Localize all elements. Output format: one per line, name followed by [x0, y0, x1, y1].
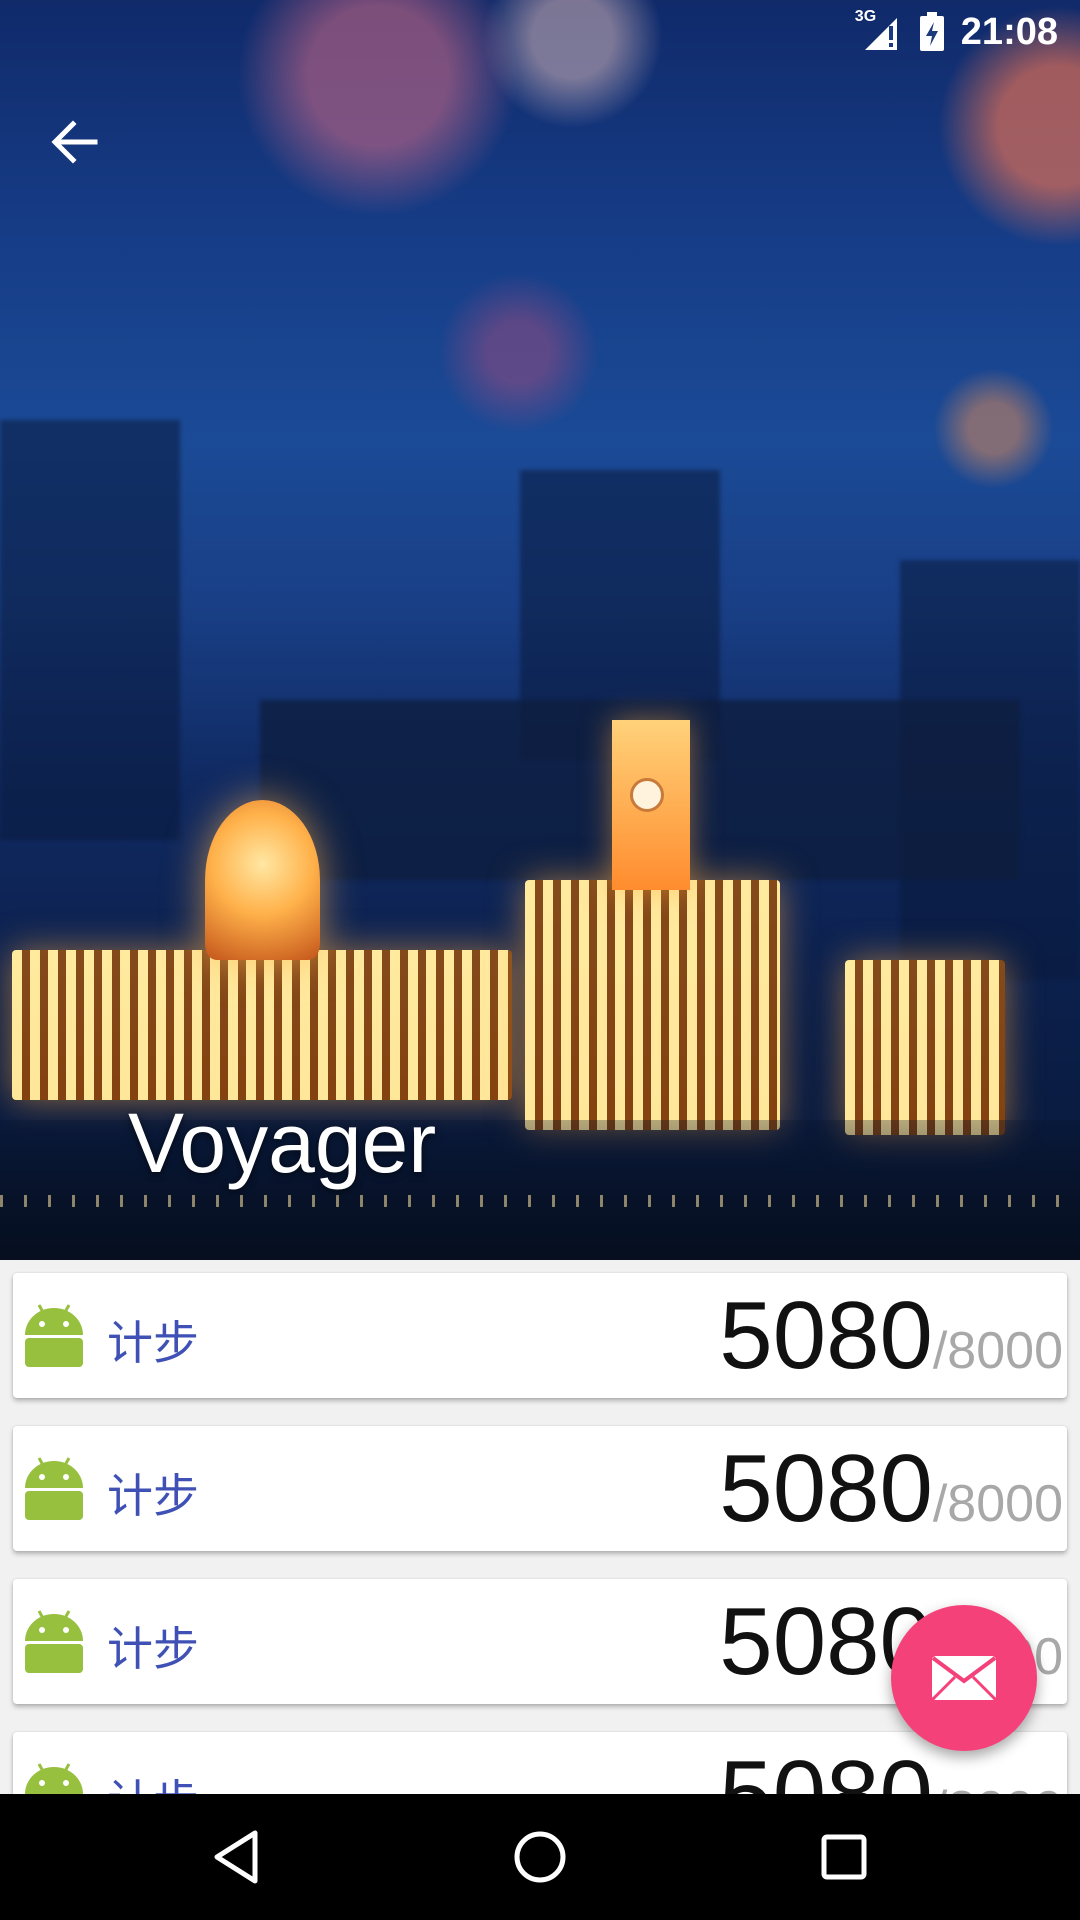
dome: [205, 800, 320, 960]
android-icon: [25, 1304, 83, 1367]
nav-back-button[interactable]: [196, 1817, 276, 1897]
android-icon: [25, 1457, 83, 1520]
list-item-label: 计步: [107, 1622, 199, 1676]
list-item[interactable]: 计步 5080 /8000: [13, 1273, 1067, 1398]
compose-mail-button[interactable]: [891, 1605, 1037, 1751]
list-item-label: 计步: [107, 1469, 199, 1523]
header-image: Voyager: [0, 0, 1080, 1260]
nav-recents-button[interactable]: [804, 1817, 884, 1897]
network-type: 3G: [854, 8, 877, 25]
battery-charging-icon: [919, 12, 945, 52]
list-item[interactable]: 计步 5080 /8000: [13, 1732, 1067, 1794]
screen: Voyager 3G 21:08 计步 5080 /8000 计步 5080 /…: [0, 0, 1080, 1920]
home-circle-icon: [514, 1831, 566, 1883]
step-count: 5080 /8000: [719, 1436, 1063, 1542]
recents-square-icon: [821, 1834, 867, 1880]
step-goal: /8000: [932, 1475, 1063, 1533]
clock-face: [630, 778, 664, 812]
list-item-label: 计步: [107, 1316, 199, 1370]
lit-building-center: [525, 880, 780, 1130]
signal-3g-icon: 3G: [855, 8, 903, 52]
lit-building-left: [12, 950, 512, 1100]
mail-icon: [931, 1656, 997, 1701]
step-count: 5080 /8000: [719, 1742, 1063, 1794]
street-lights: [0, 1195, 1080, 1207]
step-value: 5080: [719, 1282, 933, 1389]
background-building: [0, 420, 180, 840]
android-icon: [25, 1610, 83, 1673]
arrow-back-icon: [51, 120, 98, 164]
back-button[interactable]: [28, 96, 120, 188]
status-bar: 3G 21:08: [855, 0, 1080, 64]
step-count: 5080 /8000: [719, 1283, 1063, 1389]
list-item-label: 计步: [107, 1766, 199, 1794]
nav-home-button[interactable]: [500, 1817, 580, 1897]
clock-time: 21:08: [960, 10, 1058, 53]
navigation-bar: [0, 1794, 1080, 1920]
page-title: Voyager: [128, 1096, 437, 1190]
step-value: 5080: [719, 1435, 933, 1542]
back-triangle-icon: [214, 1830, 258, 1884]
list-item[interactable]: 计步 5080 /8000: [13, 1426, 1067, 1551]
step-value: 5080: [719, 1742, 933, 1794]
step-goal: /8000: [932, 1322, 1063, 1380]
lit-building-right: [845, 960, 1005, 1135]
step-goal: /8000: [933, 1780, 1063, 1794]
android-icon: [25, 1763, 83, 1794]
